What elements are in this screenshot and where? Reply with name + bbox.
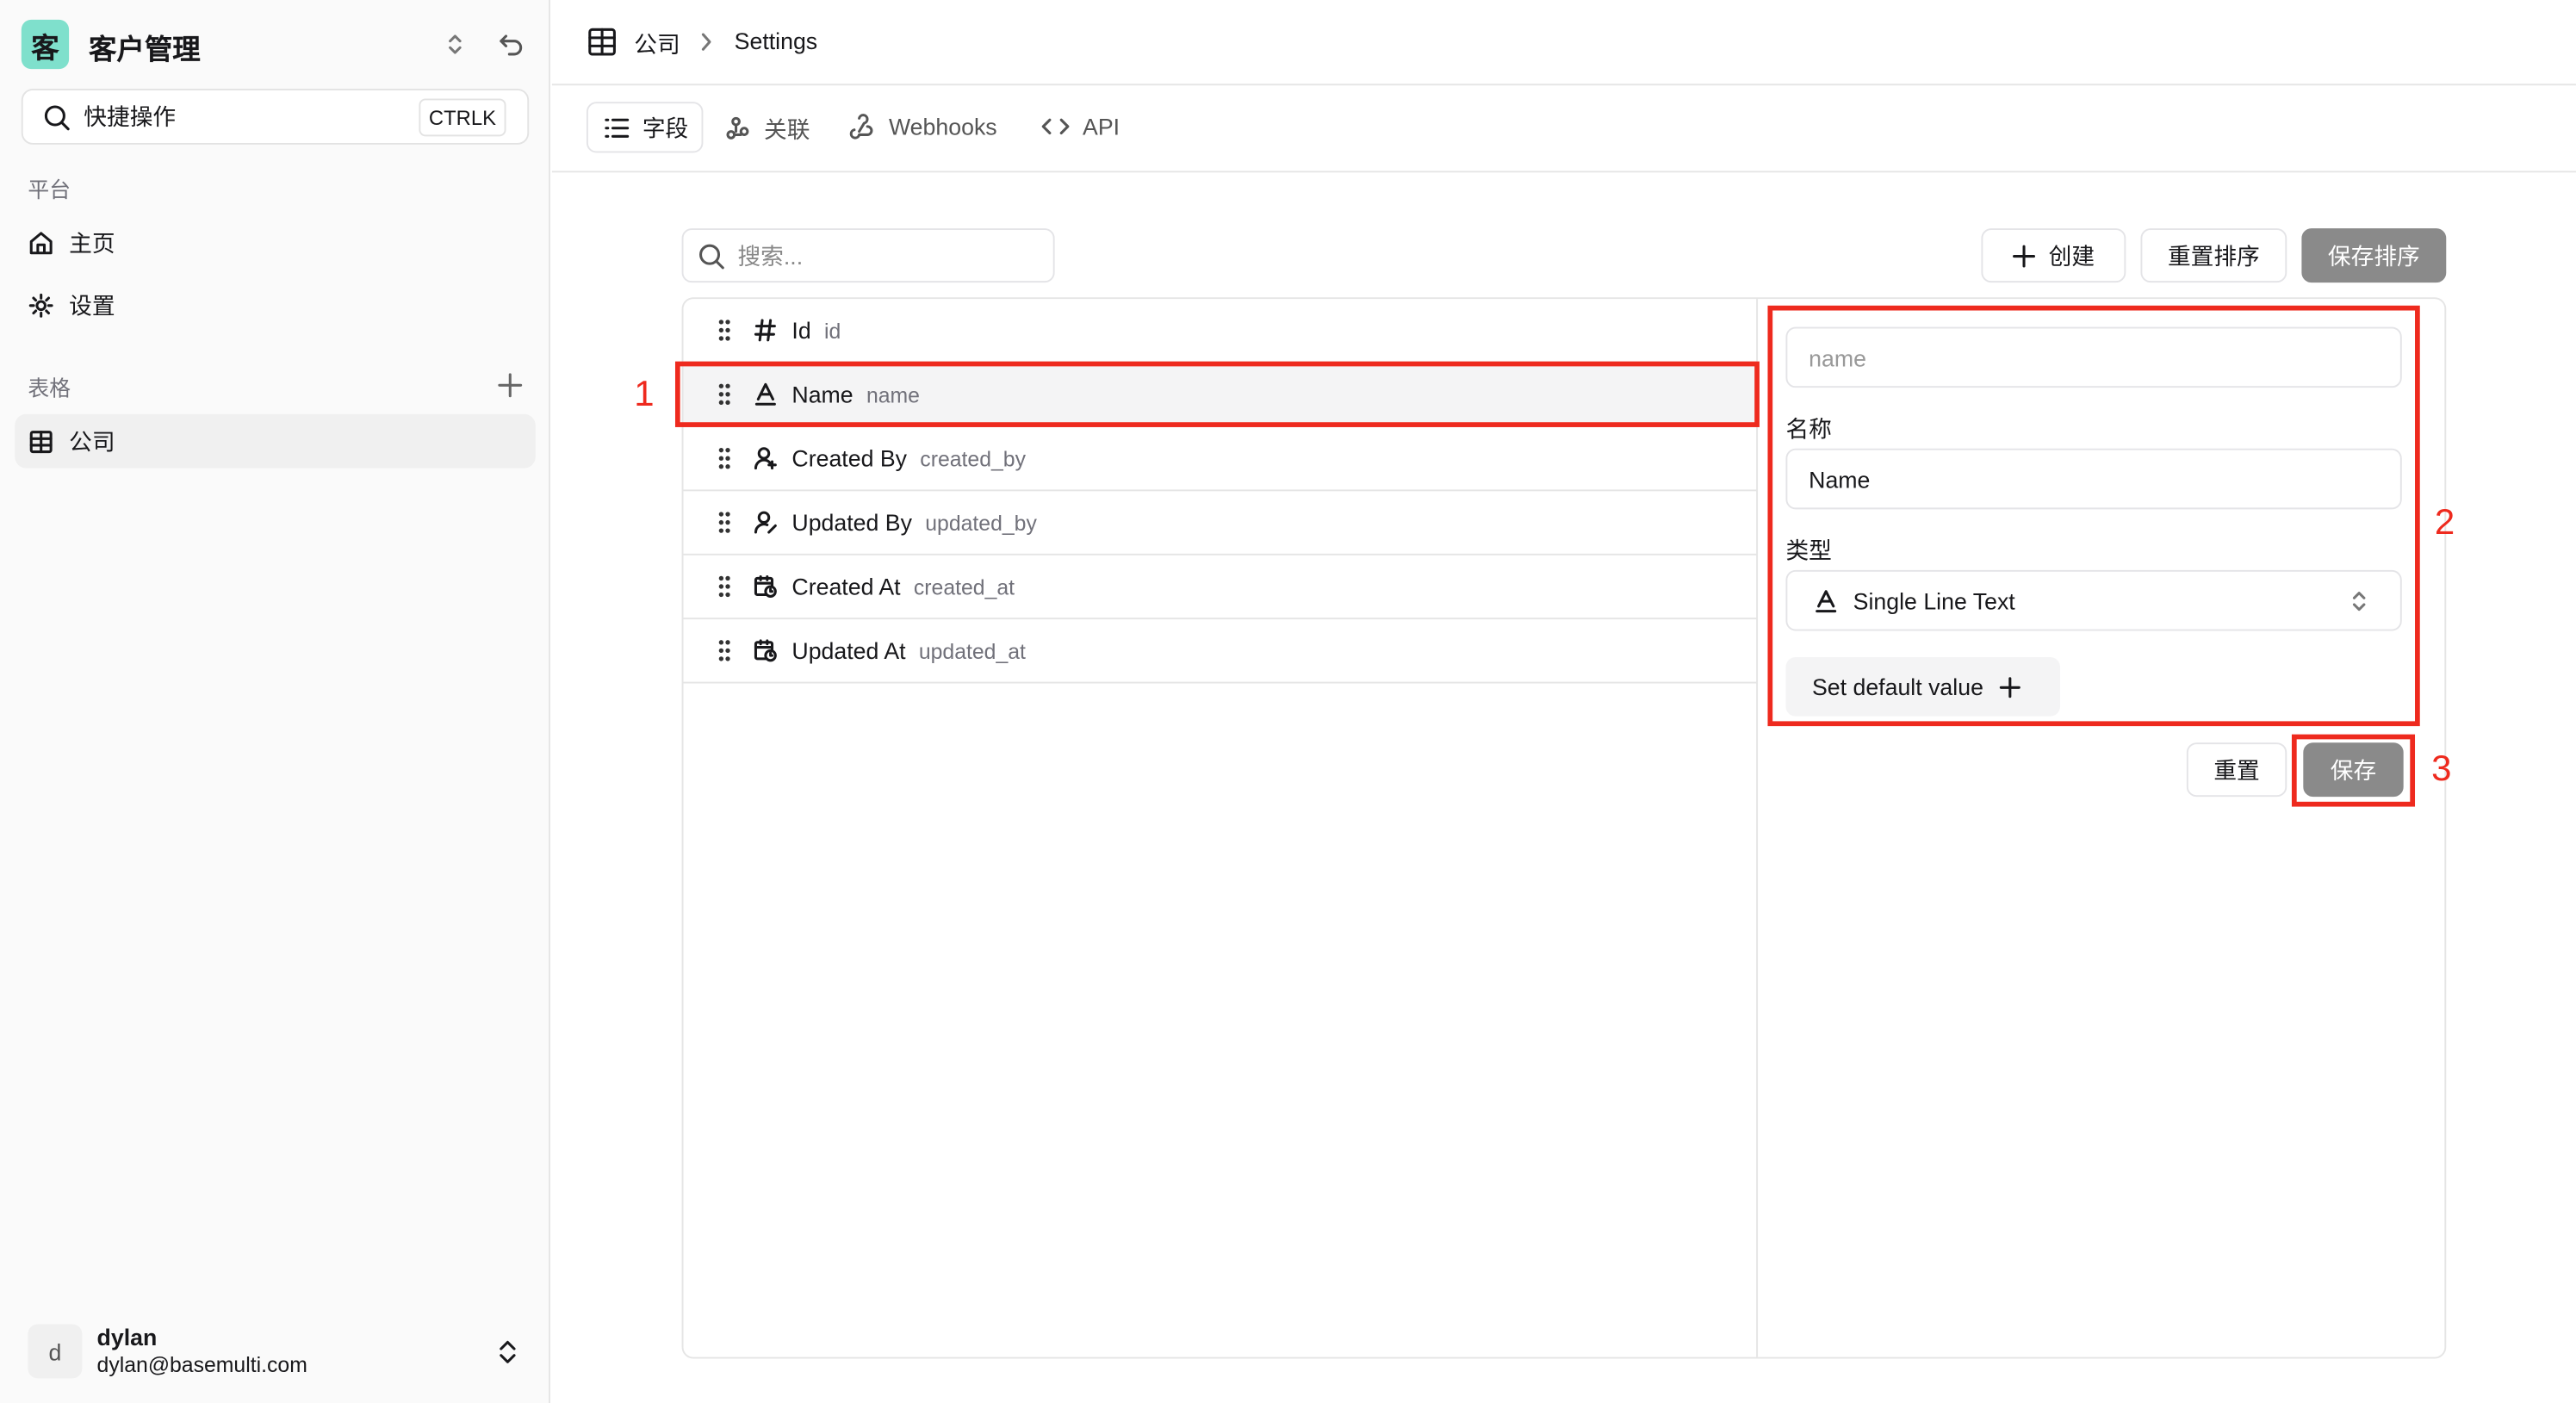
add-table-icon[interactable] <box>498 373 523 398</box>
field-key: updated_at <box>918 638 1026 663</box>
field-key: created_at <box>913 574 1015 599</box>
plus-icon <box>2013 244 2036 267</box>
breadcrumb-settings: Settings <box>734 28 818 54</box>
chevron-right-icon <box>697 31 717 53</box>
tab-relations[interactable]: 关联 <box>724 114 810 146</box>
search-icon <box>43 102 71 130</box>
drag-handle-icon[interactable] <box>717 511 733 534</box>
shortcut-badge: CTRLK <box>419 98 506 137</box>
quick-action-label: 快捷操作 <box>84 103 177 130</box>
annotation-label-3: 3 <box>2431 747 2452 789</box>
sidebar-item-settings[interactable]: 设置 <box>28 289 115 322</box>
sidebar-item-company[interactable]: 公司 <box>15 413 536 469</box>
table-icon <box>587 27 618 58</box>
app-title: 客户管理 <box>89 34 201 66</box>
section-tables: 表格 <box>28 376 71 401</box>
search-placeholder: 搜索... <box>737 242 804 269</box>
chevrons-up-down-icon[interactable] <box>494 1338 521 1367</box>
chevrons-up-down-icon[interactable] <box>444 31 467 58</box>
sidebar-item-label: 主页 <box>69 230 115 257</box>
user-name: dylan <box>96 1324 158 1350</box>
app-logo: 客 <box>21 19 70 70</box>
tab-label: 字段 <box>642 114 689 141</box>
calendar-clock-icon <box>754 639 778 662</box>
annotation-box-2 <box>1767 305 2420 727</box>
tab-api[interactable]: API <box>1041 114 1120 140</box>
hash-icon <box>754 319 778 342</box>
calendar-clock-icon <box>754 575 778 599</box>
field-key: id <box>823 318 841 343</box>
create-button[interactable]: 创建 <box>1981 228 2126 283</box>
tab-label: 关联 <box>763 116 810 143</box>
section-platform: 平台 <box>28 177 71 202</box>
quick-action-search[interactable]: 快捷操作 CTRLK <box>21 89 530 145</box>
field-row-id[interactable]: Id id <box>683 299 1759 363</box>
header <box>551 0 2576 86</box>
tab-fields[interactable]: 字段 <box>586 102 704 153</box>
user-plus-icon <box>754 447 778 470</box>
home-icon <box>28 230 54 257</box>
annotation-label-1: 1 <box>634 373 655 414</box>
field-name: Updated By <box>791 509 912 536</box>
drag-handle-icon[interactable] <box>717 639 733 662</box>
drag-handle-icon[interactable] <box>717 319 733 342</box>
field-row-updated_at[interactable]: Updated At updated_at <box>683 619 1759 684</box>
sidebar: 客 客户管理 快捷操作 CTRLK 平台 主页 设置 表格 公司 d dylan… <box>0 0 551 1403</box>
breadcrumb-company[interactable]: 公司 <box>634 28 680 60</box>
avatar: d <box>28 1324 83 1379</box>
save-order-button[interactable]: 保存排序 <box>2301 228 2447 283</box>
field-key: updated_by <box>925 510 1037 535</box>
drag-handle-icon[interactable] <box>717 447 733 470</box>
reset-button[interactable]: 重置 <box>2186 742 2287 798</box>
user-edit-icon <box>754 511 778 534</box>
sidebar-item-label: 设置 <box>69 292 115 320</box>
field-row-created_by[interactable]: Created By created_by <box>683 427 1759 492</box>
table-icon <box>28 428 54 455</box>
field-key: created_by <box>920 445 1026 471</box>
tab-label: Webhooks <box>888 113 997 140</box>
webhook-icon <box>849 114 876 140</box>
drag-handle-icon[interactable] <box>717 575 733 599</box>
sidebar-item-home[interactable]: 主页 <box>28 227 115 259</box>
annotation-label-2: 2 <box>2434 500 2455 543</box>
reset-order-button[interactable]: 重置排序 <box>2140 228 2287 283</box>
user-email: dylan@basemulti.com <box>96 1351 307 1377</box>
relations-icon <box>724 116 751 143</box>
gear-icon <box>28 293 54 320</box>
tab-label: API <box>1083 113 1120 140</box>
field-name: Created By <box>791 444 908 472</box>
annotation-box-1 <box>674 361 1760 427</box>
sidebar-item-label: 公司 <box>69 427 115 455</box>
code-icon <box>1041 115 1070 139</box>
field-row-created_at[interactable]: Created At created_at <box>683 556 1759 620</box>
field-name: Id <box>791 317 811 344</box>
annotation-box-3 <box>2291 734 2416 807</box>
field-name: Updated At <box>791 637 906 664</box>
field-search-input[interactable]: 搜索... <box>681 228 1055 283</box>
search-icon <box>698 242 725 269</box>
list-icon <box>605 115 630 139</box>
undo-icon[interactable] <box>496 29 525 59</box>
field-row-updated_by[interactable]: Updated By updated_by <box>683 491 1759 556</box>
field-name: Created At <box>791 573 901 600</box>
button-label: 创建 <box>2048 242 2095 269</box>
tab-webhooks[interactable]: Webhooks <box>849 113 997 140</box>
